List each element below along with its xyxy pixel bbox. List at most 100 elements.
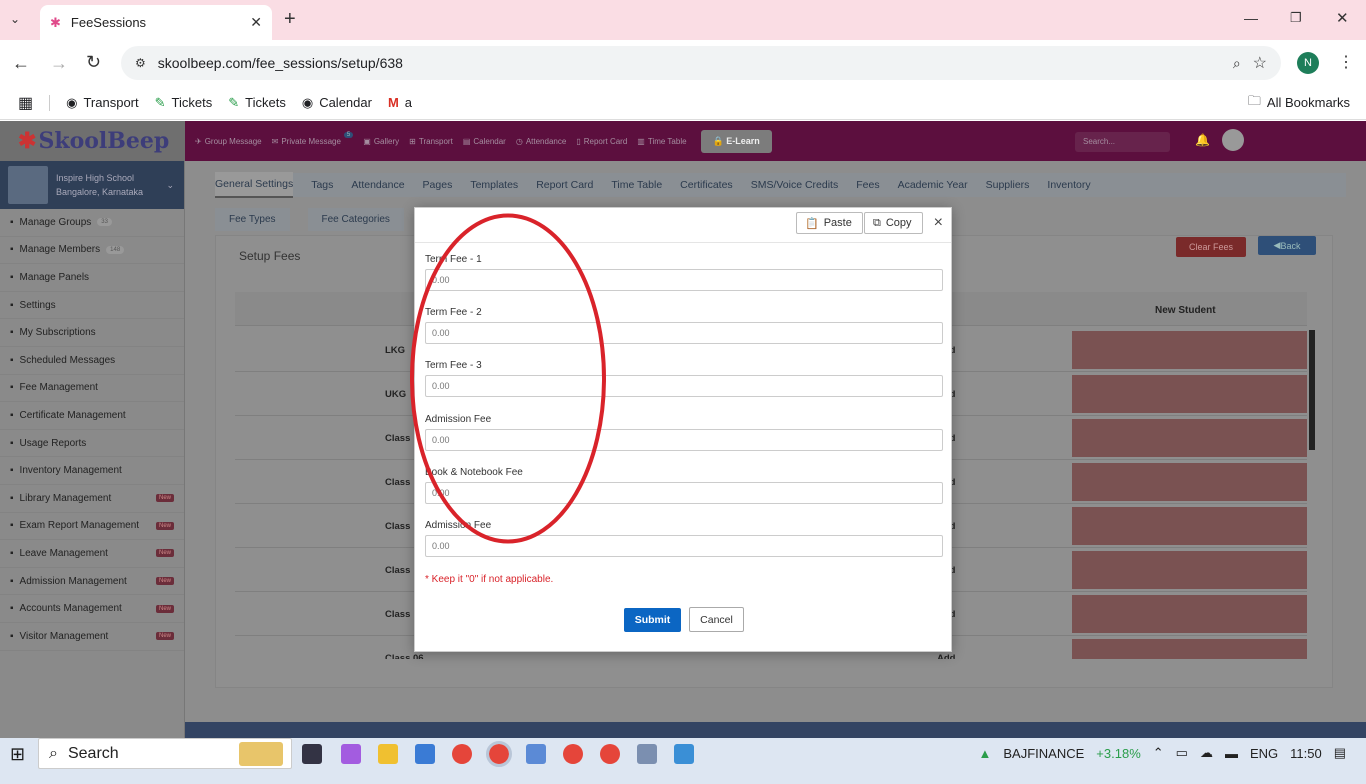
tab-search-chevron-icon[interactable]: ⌄ bbox=[10, 12, 20, 26]
new-student-cell[interactable] bbox=[1072, 463, 1307, 501]
fee-field-input[interactable] bbox=[425, 428, 943, 451]
minimize-icon[interactable]: — bbox=[1244, 10, 1258, 26]
reload-icon[interactable]: ↻ bbox=[86, 52, 101, 73]
tab-0[interactable]: General Settings bbox=[215, 172, 294, 198]
omnibox[interactable]: ⚙ skoolbeep.com/fee_sessions/setup/638 ⌕… bbox=[121, 46, 1281, 80]
new-student-cell[interactable] bbox=[1072, 419, 1307, 457]
file-explorer-icon[interactable] bbox=[378, 744, 398, 764]
notepad-icon[interactable] bbox=[526, 744, 546, 764]
chrome-active-icon[interactable] bbox=[486, 741, 512, 767]
new-tab-icon[interactable]: + bbox=[284, 8, 296, 31]
sidebar-item-4[interactable]: ▪ My Subscriptions bbox=[0, 319, 184, 347]
taskbar-search[interactable]: ⌕ Search bbox=[38, 738, 292, 769]
tab-9[interactable]: Fees bbox=[856, 179, 879, 191]
clear-fees-button[interactable]: Clear Fees bbox=[1176, 237, 1246, 257]
language-indicator[interactable]: ENG bbox=[1250, 746, 1278, 761]
sidebar-item-0[interactable]: ▪ Manage Groups 33 bbox=[0, 209, 184, 237]
new-student-cell[interactable] bbox=[1072, 595, 1307, 633]
stock-name[interactable]: BAJFINANCE bbox=[1003, 746, 1084, 761]
sidebar-item-8[interactable]: ▪ Usage Reports bbox=[0, 430, 184, 458]
sidebar-item-1[interactable]: ▪ Manage Members 148 bbox=[0, 237, 184, 265]
add-link[interactable]: Add bbox=[937, 653, 955, 659]
bookmark-tickets-2[interactable]: ✎ Tickets bbox=[228, 95, 286, 111]
apps-grid-icon[interactable]: ▦ bbox=[18, 93, 33, 113]
sidebar-item-10[interactable]: ▪ Library Management New bbox=[0, 485, 184, 513]
app-search-input[interactable]: Search... bbox=[1075, 132, 1170, 152]
tab-12[interactable]: Inventory bbox=[1047, 179, 1090, 191]
bookmark-gmail[interactable]: Ma bbox=[388, 95, 412, 110]
chrome-profile-2-icon[interactable] bbox=[563, 744, 583, 764]
sidebar-item-11[interactable]: ▪ Exam Report Management New bbox=[0, 513, 184, 541]
weather-icon[interactable]: ☁ bbox=[1200, 745, 1213, 761]
back-arrow-icon[interactable]: ← bbox=[12, 53, 30, 74]
bookmark-star-icon[interactable]: ☆ bbox=[1253, 53, 1267, 73]
tab-10[interactable]: Academic Year bbox=[898, 179, 968, 191]
photos-icon[interactable] bbox=[674, 744, 694, 764]
bookmark-transport[interactable]: ◉ Transport bbox=[66, 95, 139, 111]
nav-time-table[interactable]: ▥ Time Table bbox=[637, 137, 686, 146]
elearn-button[interactable]: 🔒 E-Learn bbox=[700, 129, 772, 153]
tab-3[interactable]: Pages bbox=[423, 179, 453, 191]
cancel-button[interactable]: Cancel bbox=[689, 607, 744, 632]
restore-icon[interactable]: ❐ bbox=[1290, 10, 1302, 26]
sidebar-item-14[interactable]: ▪ Accounts Management New bbox=[0, 595, 184, 623]
subtab-0[interactable]: Fee Types bbox=[215, 207, 290, 231]
school-selector[interactable]: Inspire High School Bangalore, Karnataka … bbox=[0, 161, 184, 209]
sidebar-item-13[interactable]: ▪ Admission Management New bbox=[0, 568, 184, 596]
nav-gallery[interactable]: ▣ Gallery bbox=[363, 137, 399, 146]
new-student-cell[interactable] bbox=[1072, 507, 1307, 545]
nav-transport[interactable]: ⊞ Transport bbox=[409, 137, 453, 146]
bookmark-tickets-1[interactable]: ✎ Tickets bbox=[155, 95, 213, 111]
nav-private-message[interactable]: ✉ Private Message 5 bbox=[272, 132, 354, 146]
sidebar-item-15[interactable]: ▪ Visitor Management New bbox=[0, 623, 184, 651]
stock-change[interactable]: +3.18% bbox=[1096, 746, 1140, 761]
sidebar-item-3[interactable]: ▪ Settings bbox=[0, 292, 184, 320]
new-student-cell[interactable] bbox=[1072, 551, 1307, 589]
sidebar-item-5[interactable]: ▪ Scheduled Messages bbox=[0, 347, 184, 375]
new-student-cell[interactable] bbox=[1072, 331, 1307, 369]
tab-11[interactable]: Suppliers bbox=[986, 179, 1030, 191]
battery-icon[interactable]: ▬ bbox=[1225, 746, 1238, 761]
site-info-icon[interactable]: ⚙ bbox=[135, 56, 146, 70]
table-scrollbar[interactable] bbox=[1309, 330, 1315, 450]
new-student-cell[interactable] bbox=[1072, 639, 1307, 659]
fee-field-input[interactable] bbox=[425, 375, 943, 398]
sidebar-item-9[interactable]: ▪ Inventory Management bbox=[0, 457, 184, 485]
chrome-icon[interactable] bbox=[452, 744, 472, 764]
fee-field-input[interactable] bbox=[425, 481, 943, 504]
all-bookmarks[interactable]: 🗀 All Bookmarks bbox=[1248, 92, 1350, 114]
zoom-icon[interactable]: ⌕ bbox=[1233, 55, 1241, 72]
sidebar-item-7[interactable]: ▪ Certificate Management bbox=[0, 402, 184, 430]
paste-button[interactable]: 📋 Paste bbox=[796, 212, 863, 234]
tab-1[interactable]: Tags bbox=[311, 179, 333, 191]
sidebar-item-12[interactable]: ▪ Leave Management New bbox=[0, 540, 184, 568]
sidebar-item-6[interactable]: ▪ Fee Management bbox=[0, 375, 184, 403]
nav-calendar[interactable]: ▤ Calendar bbox=[463, 137, 506, 146]
fee-field-input[interactable] bbox=[425, 322, 943, 345]
notifications-icon[interactable]: ▤ bbox=[1334, 745, 1346, 761]
nav-group-message[interactable]: ✈ Group Message bbox=[195, 137, 262, 146]
chrome-menu-icon[interactable]: ⋮ bbox=[1338, 52, 1354, 72]
camera-icon[interactable]: ▭ bbox=[1176, 745, 1188, 761]
tab-5[interactable]: Report Card bbox=[536, 179, 593, 191]
tab-4[interactable]: Templates bbox=[470, 179, 518, 191]
skoolbeep-logo[interactable]: ✱ SkoolBeep bbox=[0, 121, 185, 161]
clock[interactable]: 11:50 bbox=[1290, 746, 1322, 761]
new-student-cell[interactable] bbox=[1072, 375, 1307, 413]
store-icon[interactable] bbox=[415, 744, 435, 764]
chrome-profile-3-icon[interactable] bbox=[600, 744, 620, 764]
tab-8[interactable]: SMS/Voice Credits bbox=[751, 179, 839, 191]
tab-2[interactable]: Attendance bbox=[351, 179, 404, 191]
url-text[interactable]: skoolbeep.com/fee_sessions/setup/638 bbox=[158, 55, 1221, 71]
copy-button[interactable]: ⧉ Copy bbox=[864, 212, 923, 234]
back-button[interactable]: ◀ Back bbox=[1258, 236, 1316, 255]
close-tab-icon[interactable]: ✕ bbox=[250, 14, 262, 31]
nav-attendance[interactable]: ◷ Attendance bbox=[516, 137, 566, 146]
task-view-icon[interactable] bbox=[302, 744, 322, 764]
subtab-1[interactable]: Fee Categories bbox=[307, 207, 404, 231]
windows-start-icon[interactable]: ⊞ bbox=[10, 744, 25, 765]
bell-icon[interactable]: 🔔 bbox=[1195, 133, 1210, 147]
profile-avatar[interactable]: N bbox=[1297, 52, 1319, 74]
fee-field-input[interactable] bbox=[425, 535, 943, 557]
close-window-icon[interactable]: ✕ bbox=[1336, 9, 1349, 27]
